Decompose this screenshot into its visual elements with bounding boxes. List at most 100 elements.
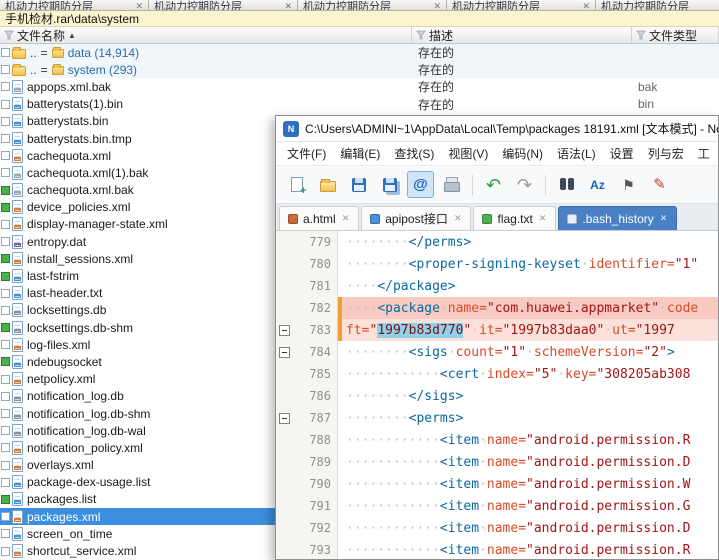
- code-line[interactable]: 793············<item·name="android.permi…: [276, 539, 718, 559]
- tab-close-icon[interactable]: ✕: [453, 213, 463, 224]
- row-checkbox[interactable]: [1, 168, 10, 177]
- file-row[interactable]: ..=system (293)存在的: [0, 61, 719, 78]
- code-line[interactable]: 782····<package·name="com.huawei.appmark…: [276, 297, 718, 319]
- at-preview-button[interactable]: @: [407, 171, 434, 198]
- edit-pencil-button[interactable]: ✎: [646, 171, 673, 198]
- code-area[interactable]: 779········</perms>780········<proper-si…: [276, 231, 718, 559]
- column-header-filename[interactable]: 文件名称 ▲: [0, 27, 412, 43]
- row-checkbox[interactable]: [1, 443, 10, 452]
- row-checkbox[interactable]: [1, 254, 10, 263]
- editor-tab[interactable]: a.html✕: [279, 206, 359, 230]
- row-checkbox[interactable]: [1, 100, 10, 109]
- column-header-description[interactable]: 描述: [412, 27, 632, 43]
- row-checkbox[interactable]: [1, 495, 10, 504]
- row-checkbox[interactable]: [1, 461, 10, 470]
- row-checkbox[interactable]: [1, 117, 10, 126]
- row-checkbox[interactable]: [1, 48, 10, 57]
- code-line[interactable]: 783ft="1997b83d770"·it="1997b83daa0"·ut=…: [276, 319, 718, 341]
- row-checkbox[interactable]: [1, 409, 10, 418]
- row-checkbox[interactable]: [1, 323, 10, 332]
- row-checkbox[interactable]: [1, 340, 10, 349]
- row-checkbox[interactable]: [1, 512, 10, 521]
- editor-tab[interactable]: .bash_history✕: [558, 206, 677, 230]
- case-convert-button[interactable]: Az: [584, 171, 611, 198]
- open-folder-button[interactable]: [314, 171, 341, 198]
- bookmark-flag-button[interactable]: ⚑: [615, 171, 642, 198]
- tab-close-icon[interactable]: ✕: [433, 1, 441, 10]
- row-checkbox[interactable]: [1, 392, 10, 401]
- file-row[interactable]: batterystats(1).bin存在的bin: [0, 96, 719, 113]
- code-line[interactable]: 791············<item·name="android.permi…: [276, 495, 718, 517]
- fold-toggle-icon[interactable]: [279, 325, 290, 336]
- code-line[interactable]: 785············<cert·index="5"·key="3082…: [276, 363, 718, 385]
- fold-toggle-icon[interactable]: [279, 413, 290, 424]
- top-tab[interactable]: 机动力控期防分层✕: [0, 0, 149, 10]
- code-line[interactable]: 790············<item·name="android.permi…: [276, 473, 718, 495]
- redo-button[interactable]: ↷: [511, 171, 538, 198]
- menu-item[interactable]: 列与宏: [641, 143, 691, 164]
- column-header-filetype[interactable]: 文件类型: [632, 27, 719, 43]
- top-tab[interactable]: 机动力控期防分层✕: [447, 0, 596, 10]
- file-row[interactable]: appops.xml.bak存在的bak: [0, 78, 719, 95]
- filter-funnel-icon[interactable]: [416, 30, 426, 40]
- screen: 机动力控期防分层✕机动力控期防分层✕机动力控期防分层✕机动力控期防分层✕机动力控…: [0, 0, 719, 560]
- top-tab[interactable]: 机动力控期防分层✕: [149, 0, 298, 10]
- code-line[interactable]: 787········<perms>: [276, 407, 718, 429]
- print-button[interactable]: [438, 171, 465, 198]
- find-binoculars-button[interactable]: [553, 171, 580, 198]
- menu-item[interactable]: 工: [691, 143, 717, 164]
- tab-close-icon[interactable]: ✕: [135, 1, 143, 10]
- code-line[interactable]: 781····</package>: [276, 275, 718, 297]
- row-checkbox[interactable]: [1, 375, 10, 384]
- code-line[interactable]: 789············<item·name="android.permi…: [276, 451, 718, 473]
- menu-item[interactable]: 设置: [603, 143, 641, 164]
- menu-item[interactable]: 编辑(E): [333, 143, 387, 164]
- menu-item[interactable]: 视图(V): [441, 143, 495, 164]
- new-file-button[interactable]: [283, 171, 310, 198]
- menu-item[interactable]: 语法(L): [550, 143, 603, 164]
- code-line[interactable]: 784········<sigs·count="1"·schemeVersion…: [276, 341, 718, 363]
- file-row[interactable]: ..=data (14,914)存在的: [0, 44, 719, 61]
- tab-close-icon[interactable]: ✕: [582, 1, 590, 10]
- tab-close-icon[interactable]: ✕: [341, 213, 351, 224]
- save-all-button[interactable]: [376, 171, 403, 198]
- top-tab[interactable]: 机动力控期防分层✕: [298, 0, 447, 10]
- row-checkbox[interactable]: [1, 220, 10, 229]
- row-checkbox[interactable]: [1, 306, 10, 315]
- code-line[interactable]: 792············<item·name="android.permi…: [276, 517, 718, 539]
- undo-button[interactable]: ↶: [480, 171, 507, 198]
- tab-close-icon[interactable]: ✕: [659, 213, 669, 224]
- row-checkbox[interactable]: [1, 529, 10, 538]
- save-button[interactable]: [345, 171, 372, 198]
- code-line[interactable]: 788············<item·name="android.permi…: [276, 429, 718, 451]
- editor-tab[interactable]: apipost接口✕: [361, 206, 471, 230]
- row-checkbox[interactable]: [1, 151, 10, 160]
- filter-funnel-icon[interactable]: [636, 30, 646, 40]
- tab-close-icon[interactable]: ✕: [284, 1, 292, 10]
- row-checkbox[interactable]: [1, 478, 10, 487]
- fold-toggle-icon[interactable]: [279, 347, 290, 358]
- row-checkbox[interactable]: [1, 186, 10, 195]
- filter-funnel-icon[interactable]: [4, 30, 14, 40]
- row-checkbox[interactable]: [1, 272, 10, 281]
- code-line[interactable]: 780········<proper-signing-keyset·identi…: [276, 253, 718, 275]
- row-checkbox[interactable]: [1, 237, 10, 246]
- code-line[interactable]: 786········</sigs>: [276, 385, 718, 407]
- tab-close-icon[interactable]: ✕: [538, 213, 548, 224]
- menu-item[interactable]: 文件(F): [280, 143, 333, 164]
- file-icon: [12, 97, 23, 111]
- row-checkbox[interactable]: [1, 547, 10, 556]
- row-checkbox[interactable]: [1, 65, 10, 74]
- menu-item[interactable]: 编码(N): [495, 143, 550, 164]
- code-line[interactable]: 779········</perms>: [276, 231, 718, 253]
- row-checkbox[interactable]: [1, 134, 10, 143]
- editor-tab[interactable]: flag.txt✕: [473, 206, 556, 230]
- row-checkbox[interactable]: [1, 357, 10, 366]
- top-tab[interactable]: 机动力控期防分层✕: [596, 0, 719, 10]
- menu-item[interactable]: 查找(S): [387, 143, 441, 164]
- row-checkbox[interactable]: [1, 426, 10, 435]
- row-checkbox[interactable]: [1, 289, 10, 298]
- title-bar[interactable]: N C:\Users\ADMINI~1\AppData\Local\Temp\p…: [276, 116, 718, 142]
- row-checkbox[interactable]: [1, 203, 10, 212]
- row-checkbox[interactable]: [1, 82, 10, 91]
